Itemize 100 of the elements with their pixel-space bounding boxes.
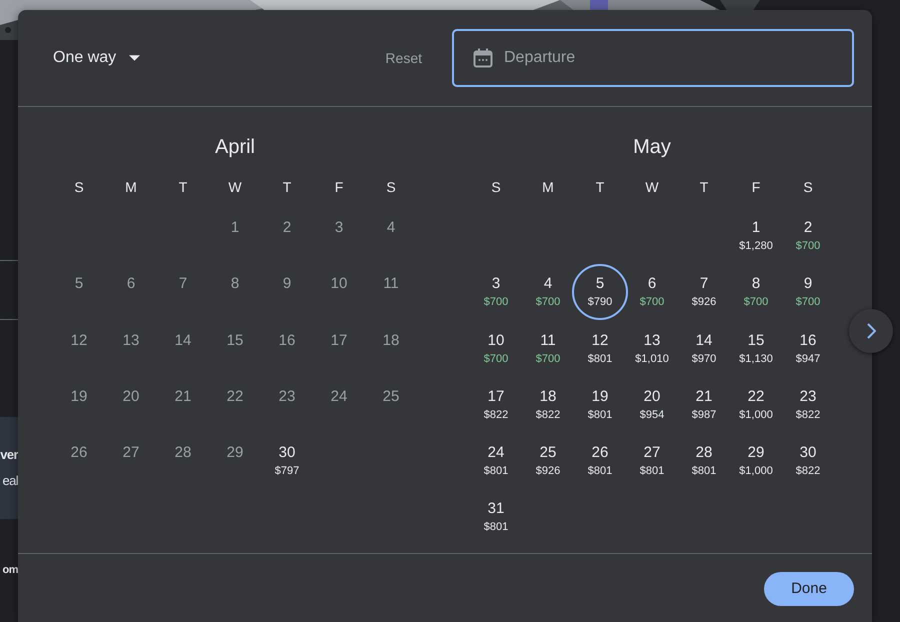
day-number: 30 xyxy=(278,444,296,462)
price-label: $700 xyxy=(536,352,560,366)
weekday-label: F xyxy=(752,178,760,196)
day-number: 3 xyxy=(334,219,344,237)
weekday-label: T xyxy=(282,178,292,196)
price-label: $700 xyxy=(484,352,508,366)
weekday-label: S xyxy=(803,178,813,196)
price-label: $700 xyxy=(796,295,820,310)
day-number: 9 xyxy=(282,275,292,294)
month-title: May xyxy=(633,135,671,160)
day-number: 17 xyxy=(488,388,504,406)
date-cell[interactable]: 31 $801 xyxy=(468,489,524,546)
day-number: 8 xyxy=(752,275,760,294)
day-number: 13 xyxy=(122,332,140,350)
day-number: 16 xyxy=(800,332,816,350)
price-label: $797 xyxy=(274,464,300,478)
reset-button[interactable]: Reset xyxy=(385,48,422,68)
day-number: 22 xyxy=(226,388,244,406)
day-number: 20 xyxy=(644,388,660,406)
day-number: 11 xyxy=(540,332,556,350)
price-label: $822 xyxy=(796,464,820,478)
day-number: 25 xyxy=(540,444,556,462)
day-number: 25 xyxy=(382,388,400,406)
day-number: 19 xyxy=(592,388,608,406)
day-number: 21 xyxy=(174,388,192,406)
price-label: $926 xyxy=(692,295,716,310)
price-label: $801 xyxy=(588,408,612,422)
calendar-icon xyxy=(473,48,493,68)
departure-field[interactable]: Departure xyxy=(452,29,854,87)
weekday-label: S xyxy=(491,178,501,196)
weekday-label: M xyxy=(542,178,554,196)
day-number: 10 xyxy=(488,332,504,350)
weekday-label: F xyxy=(334,178,344,196)
weekday-label: T xyxy=(178,178,188,196)
day-number: 26 xyxy=(592,444,608,462)
weekday-label: W xyxy=(228,178,242,196)
day-number: 23 xyxy=(800,388,816,406)
price-label: $822 xyxy=(484,408,508,422)
day-number: 1 xyxy=(752,219,760,237)
trip-type-dropdown[interactable]: One way xyxy=(53,47,140,69)
day-number: 5 xyxy=(74,275,84,294)
day-number: 28 xyxy=(174,444,192,462)
day-number: 29 xyxy=(748,444,764,462)
day-number: 12 xyxy=(592,332,608,350)
day-number: 1 xyxy=(230,219,240,237)
day-number: 30 xyxy=(800,444,816,462)
month-title: April xyxy=(214,135,255,160)
price-label: $822 xyxy=(796,408,820,422)
price-label: $801 xyxy=(640,464,664,478)
day-number: 7 xyxy=(178,275,188,294)
price-label: $987 xyxy=(692,408,716,422)
price-label: $801 xyxy=(588,464,612,478)
day-number: 16 xyxy=(278,332,296,350)
date-cell[interactable]: 30 $797 xyxy=(259,433,315,490)
price-label: $926 xyxy=(536,464,560,478)
day-number: 23 xyxy=(278,388,296,406)
price-label: $970 xyxy=(692,352,716,366)
day-number: 15 xyxy=(748,332,764,350)
date-cell[interactable]: 5 $790 xyxy=(572,264,628,320)
price-label: $1,130 xyxy=(739,352,773,366)
day-number: 9 xyxy=(804,275,812,294)
day-number: 6 xyxy=(126,275,136,294)
day-number: 12 xyxy=(70,332,88,350)
done-button[interactable]: Done xyxy=(764,572,854,606)
weekday-label: W xyxy=(645,178,659,196)
day-number: 6 xyxy=(648,275,656,294)
day-number: 21 xyxy=(696,388,712,406)
price-label: $1,000 xyxy=(739,464,773,478)
day-number: 15 xyxy=(226,332,244,350)
price-label: $700 xyxy=(484,295,508,310)
price-label: $1,280 xyxy=(739,239,773,253)
weekday-label: T xyxy=(700,178,708,196)
caret-icon xyxy=(129,55,140,61)
next-month-button[interactable] xyxy=(849,309,893,353)
day-number: 29 xyxy=(226,444,244,462)
day-number: 11 xyxy=(383,275,399,294)
day-number: 2 xyxy=(282,219,292,237)
day-number: 31 xyxy=(488,500,504,518)
price-label: $801 xyxy=(484,520,508,534)
price-label: $700 xyxy=(640,295,664,310)
banner-title: ver xyxy=(0,447,18,463)
day-number: 18 xyxy=(540,388,556,406)
price-label: $954 xyxy=(640,408,664,422)
weekday-label: S xyxy=(386,178,396,196)
price-label: $801 xyxy=(588,352,612,366)
day-number: 27 xyxy=(122,444,140,462)
price-label: $822 xyxy=(536,408,560,422)
day-number: 10 xyxy=(330,275,348,294)
price-label: $947 xyxy=(796,352,820,366)
day-number: 4 xyxy=(544,275,552,294)
day-number: 17 xyxy=(330,332,348,350)
day-number: 5 xyxy=(596,275,604,294)
day-number: 2 xyxy=(804,219,812,237)
section-heading: om xyxy=(2,563,18,578)
day-number: 8 xyxy=(230,275,240,294)
weekday-label: M xyxy=(125,178,137,196)
day-number: 27 xyxy=(644,444,660,462)
day-number: 24 xyxy=(330,388,348,406)
weekday-label: S xyxy=(74,178,84,196)
chevron-right-icon xyxy=(866,323,876,339)
